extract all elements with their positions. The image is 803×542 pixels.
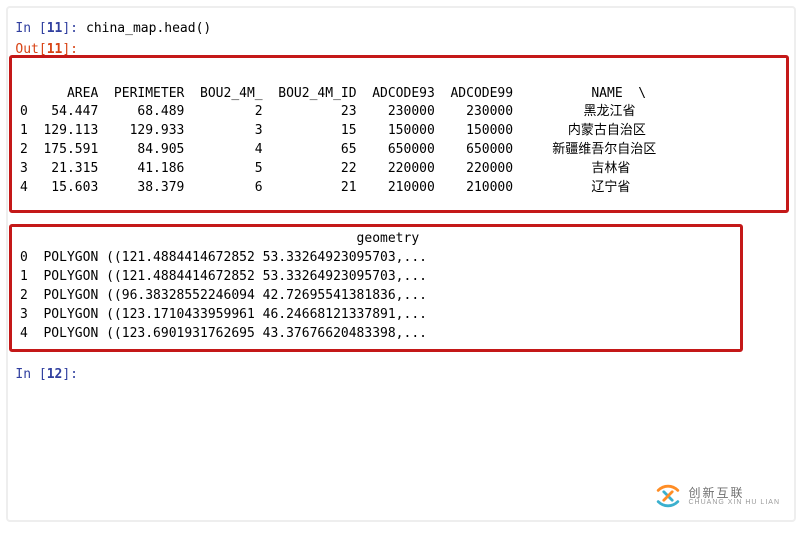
watermark-sub: CHUANG XIN HU LIAN	[688, 499, 780, 506]
prompt-in-close: ]:	[62, 21, 78, 36]
input-prompt-11: In [11]:	[14, 20, 86, 39]
watermark-logo-icon	[654, 482, 682, 510]
notebook-container: In [11]: china_map.head() Out[11]: AREA …	[6, 6, 796, 522]
annotation-box-2	[9, 224, 743, 352]
input-cell-11: In [11]: china_map.head()	[14, 20, 788, 39]
code-input-11[interactable]: china_map.head()	[86, 20, 788, 39]
watermark: 创新互联 CHUANG XIN HU LIAN	[654, 482, 780, 510]
prompt-in-num-12: 12	[47, 367, 63, 382]
prompt-in-label: In [	[15, 21, 46, 36]
code-text: china_map.head()	[86, 21, 211, 36]
annotation-box-1	[9, 55, 789, 213]
prompt-in-close-12: ]:	[62, 367, 78, 382]
prompt-in-num: 11	[47, 21, 63, 36]
input-prompt-12: In [12]:	[14, 366, 86, 385]
input-cell-12: In [12]:	[14, 366, 788, 385]
watermark-main: 创新互联	[688, 487, 780, 499]
prompt-in-label-12: In [	[15, 367, 46, 382]
watermark-text: 创新互联 CHUANG XIN HU LIAN	[688, 487, 780, 506]
